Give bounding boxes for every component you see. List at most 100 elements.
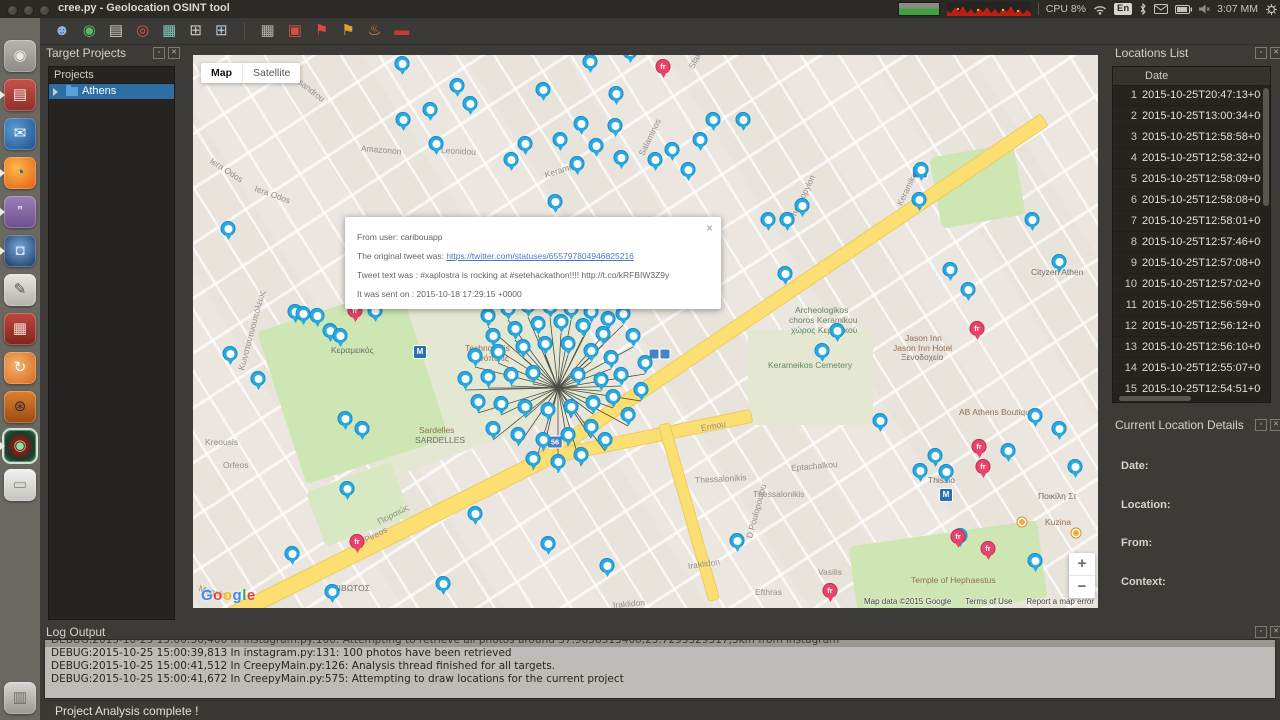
dock-close-button[interactable]: ✕: [1270, 626, 1280, 638]
map-marker-twitter[interactable]: [912, 192, 927, 207]
remove-icon[interactable]: ▬: [394, 19, 409, 43]
map-marker-twitter[interactable]: [340, 481, 355, 496]
map-marker-twitter[interactable]: [536, 432, 551, 447]
map-marker-twitter[interactable]: [536, 82, 551, 97]
table-row[interactable]: 42015-10-25T12:58:32+00:: [1113, 148, 1261, 169]
tweet-link[interactable]: https://twitter.com/statuses/65579780494…: [446, 251, 634, 261]
map-marker-twitter[interactable]: [511, 427, 526, 442]
map-marker-twitter[interactable]: [538, 336, 553, 351]
table-row[interactable]: 152015-10-25T12:54:51+00:: [1113, 379, 1261, 394]
satellite-view-button[interactable]: Satellite: [242, 63, 300, 83]
map-marker-twitter[interactable]: [943, 262, 958, 277]
sidebar-item-athens[interactable]: Athens: [49, 84, 174, 99]
table-row[interactable]: 92015-10-25T12:57:08+00:: [1113, 253, 1261, 274]
map-marker-twitter[interactable]: [468, 506, 483, 521]
map-marker-twitter[interactable]: [516, 339, 531, 354]
map-marker-twitter[interactable]: [586, 395, 601, 410]
flame-icon[interactable]: ♨: [368, 19, 381, 43]
world-icon[interactable]: ◉: [83, 19, 96, 43]
map-pin-icon[interactable]: ⚑: [315, 19, 328, 43]
map-marker-twitter[interactable]: [310, 308, 325, 323]
dock-float-button[interactable]: ▫: [1255, 419, 1267, 431]
dock-float-button[interactable]: ▫: [153, 47, 165, 59]
map-marker-twitter[interactable]: [429, 136, 444, 151]
cpu-load-graph[interactable]: [947, 2, 1031, 16]
map-marker-twitter[interactable]: [780, 212, 795, 227]
map-marker-twitter[interactable]: [223, 346, 238, 361]
metro-station-icon[interactable]: M: [413, 345, 427, 359]
vertical-scrollbar[interactable]: [1261, 85, 1270, 394]
map-marker-flickr[interactable]: fr: [656, 59, 671, 74]
calendar-icon[interactable]: ▣: [288, 19, 302, 43]
map-marker-twitter[interactable]: [914, 162, 929, 177]
cpu-indicator[interactable]: CPU 8%: [1046, 3, 1086, 15]
map-marker-twitter[interactable]: [504, 152, 519, 167]
map-marker-twitter[interactable]: [518, 399, 533, 414]
map-marker-twitter[interactable]: [609, 86, 624, 101]
keyboard-icon[interactable]: ▦: [261, 19, 275, 43]
launcher-item-text-editor[interactable]: ✎: [4, 274, 36, 306]
map-marker-flickr[interactable]: fr: [350, 534, 365, 549]
map-marker-twitter[interactable]: [526, 365, 541, 380]
map-marker-twitter[interactable]: [596, 326, 611, 341]
scrollbar-handle[interactable]: [1119, 396, 1191, 401]
table-row[interactable]: 22015-10-25T13:00:34+00:: [1113, 106, 1261, 127]
map-view-button[interactable]: Map: [201, 63, 242, 83]
map-marker-twitter[interactable]: [458, 371, 473, 386]
map-marker-twitter[interactable]: [481, 308, 496, 323]
map-marker-twitter[interactable]: [614, 150, 629, 165]
session-gear-icon[interactable]: [1265, 3, 1278, 16]
map-canvas[interactable]: Iera OdosIera OdosKassandrouΚωνσταντινου…: [193, 55, 1098, 608]
map-marker-twitter[interactable]: [564, 399, 579, 414]
map-marker-twitter[interactable]: [508, 321, 523, 336]
expand-arrow-icon[interactable]: [53, 88, 62, 96]
map-marker-flickr[interactable]: fr: [981, 541, 996, 556]
map-marker-twitter[interactable]: [570, 156, 585, 171]
map-marker-instagram[interactable]: [1018, 518, 1027, 527]
map-marker-flickr[interactable]: fr: [970, 321, 985, 336]
map-marker-twitter[interactable]: [574, 447, 589, 462]
map-marker-twitter[interactable]: [423, 102, 438, 117]
map-marker-twitter[interactable]: [761, 212, 776, 227]
window-minimize-button[interactable]: [23, 5, 34, 16]
map-marker-twitter[interactable]: [873, 413, 888, 428]
map-marker-twitter[interactable]: [604, 350, 619, 365]
map-marker-twitter[interactable]: [576, 318, 591, 333]
map-marker-twitter[interactable]: [594, 372, 609, 387]
table-row[interactable]: 122015-10-25T12:56:12+00:: [1113, 316, 1261, 337]
map-marker-twitter[interactable]: [706, 112, 721, 127]
wifi-icon[interactable]: [1093, 3, 1107, 15]
map-marker-twitter[interactable]: [600, 558, 615, 573]
map-marker-twitter[interactable]: [531, 316, 546, 331]
map-marker-flickr[interactable]: fr: [976, 459, 991, 474]
dock-float-button[interactable]: ▫: [1255, 47, 1267, 59]
dock-close-button[interactable]: ✕: [1270, 47, 1280, 59]
bluetooth-icon[interactable]: [1139, 3, 1147, 15]
add-person-icon[interactable]: ☻: [54, 19, 70, 43]
map-marker-twitter[interactable]: [486, 421, 501, 436]
map-marker-twitter[interactable]: [551, 454, 566, 469]
map-marker-twitter[interactable]: [561, 336, 576, 351]
map-marker-twitter[interactable]: [621, 407, 636, 422]
map-marker-twitter[interactable]: [338, 411, 353, 426]
launcher-item-external-drive[interactable]: ▭: [4, 469, 36, 501]
map-marker-twitter[interactable]: [830, 323, 845, 338]
map-marker-twitter[interactable]: [939, 464, 954, 479]
battery-icon[interactable]: [1175, 5, 1192, 14]
browser-window-icon[interactable]: ▤: [109, 19, 123, 43]
horizontal-scrollbar[interactable]: [1113, 394, 1261, 402]
map-marker-twitter[interactable]: [1028, 408, 1043, 423]
table-row[interactable]: 12015-10-25T20:47:13+00:: [1113, 85, 1261, 106]
map-marker-twitter[interactable]: [634, 382, 649, 397]
table-row[interactable]: 112015-10-25T12:56:59+00:: [1113, 295, 1261, 316]
table-row[interactable]: 72015-10-25T12:58:01+00:: [1113, 211, 1261, 232]
map-marker-twitter[interactable]: [553, 132, 568, 147]
map-marker-twitter[interactable]: [795, 198, 810, 213]
map-marker-twitter[interactable]: [589, 138, 604, 153]
metro-station-icon[interactable]: M: [939, 488, 953, 502]
transit-stop-icon[interactable]: [660, 349, 671, 360]
map-marker-twitter[interactable]: [1052, 421, 1067, 436]
map-marker-twitter[interactable]: [574, 116, 589, 131]
map-marker-twitter[interactable]: [221, 221, 236, 236]
map-marker-twitter[interactable]: [614, 367, 629, 382]
